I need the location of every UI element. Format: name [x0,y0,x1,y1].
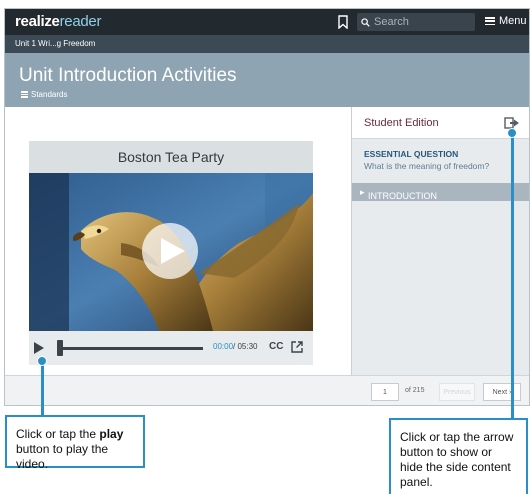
toc-item-introduction-label: INTRODUCTION [368,191,437,201]
search-box[interactable] [357,13,475,31]
menu-button[interactable]: Menu [485,15,527,27]
time-current: 00:00 [213,342,234,351]
video-controls: 00:00/ 05:30 CC [29,331,313,365]
video-frame[interactable] [29,173,313,331]
progress-handle[interactable] [57,340,63,356]
main-content: Boston Tea Party 00:00/ 05:30 CC [5,107,351,375]
play-icon [161,238,185,264]
realize-reader-logo[interactable]: realizereader [15,13,101,30]
side-content-panel: Student Edition ESSENTIAL QUESTION What … [351,107,529,375]
closed-captions-button[interactable]: CC [269,341,283,352]
play-callout: Click or tap the play button to play the… [5,415,145,471]
title-banner: Unit Introduction Activities Standards [5,53,529,107]
bookmark-icon[interactable] [337,15,349,29]
panel-callout-dot [507,128,517,138]
page-number-input[interactable] [371,383,399,401]
hamburger-icon [485,17,495,25]
video-player: Boston Tea Party 00:00/ 05:30 CC [29,141,313,365]
time-display: 00:00/ 05:30 [213,342,258,351]
brand-light: reader [59,13,102,30]
search-icon [361,17,370,27]
play-button[interactable] [34,342,44,354]
search-input[interactable] [374,16,468,28]
previous-button[interactable]: Previous [439,383,475,401]
side-panel-title: Student Edition [364,117,439,129]
menu-label: Menu [499,15,527,27]
standards-link[interactable]: Standards [21,90,67,99]
next-button[interactable]: Next › [483,383,521,401]
breadcrumb[interactable]: Unit 1 Wri...g Freedom [15,39,95,48]
play-callout-bold: play [99,427,124,441]
essential-question-label: ESSENTIAL QUESTION [364,149,459,159]
time-total: / 05:30 [233,342,258,351]
play-callout-dot [37,356,47,366]
reader-app-window: realizereader Menu Unit 1 Wri...g Freedo… [4,8,530,406]
breadcrumb-bar: Unit 1 Wri...g Freedom [5,35,529,53]
play-callout-text-1: Click or tap the [16,427,100,441]
page-title: Unit Introduction Activities [19,65,237,86]
play-overlay-button[interactable] [142,223,198,279]
video-title: Boston Tea Party [117,149,225,165]
toc-item-introduction[interactable]: ▸ INTRODUCTION [352,183,529,201]
page-count: of 215 [405,387,425,394]
panel-callout-line [511,134,514,420]
toc-item-label: ▸ INTRODUCTION [360,187,437,201]
video-title-bar: Boston Tea Party [29,141,313,173]
progress-track[interactable] [57,347,203,350]
standards-label: Standards [31,90,68,99]
essential-question-text: What is the meaning of freedom? [364,161,490,171]
side-panel-header: Student Edition [352,107,529,139]
top-navigation-bar: realizereader Menu [5,9,529,35]
brand-bold: realize [15,13,60,30]
play-callout-line [41,362,44,416]
list-icon [21,91,28,98]
play-callout-text-2: button to play the video. [16,442,109,471]
popout-icon[interactable] [291,341,303,353]
panel-callout-text: Click or tap the arrow button to show or… [400,430,514,489]
next-label: Next [492,388,508,396]
pagination-bar: of 215 Previous Next › [5,375,529,405]
panel-callout: Click or tap the arrow button to show or… [389,418,528,494]
